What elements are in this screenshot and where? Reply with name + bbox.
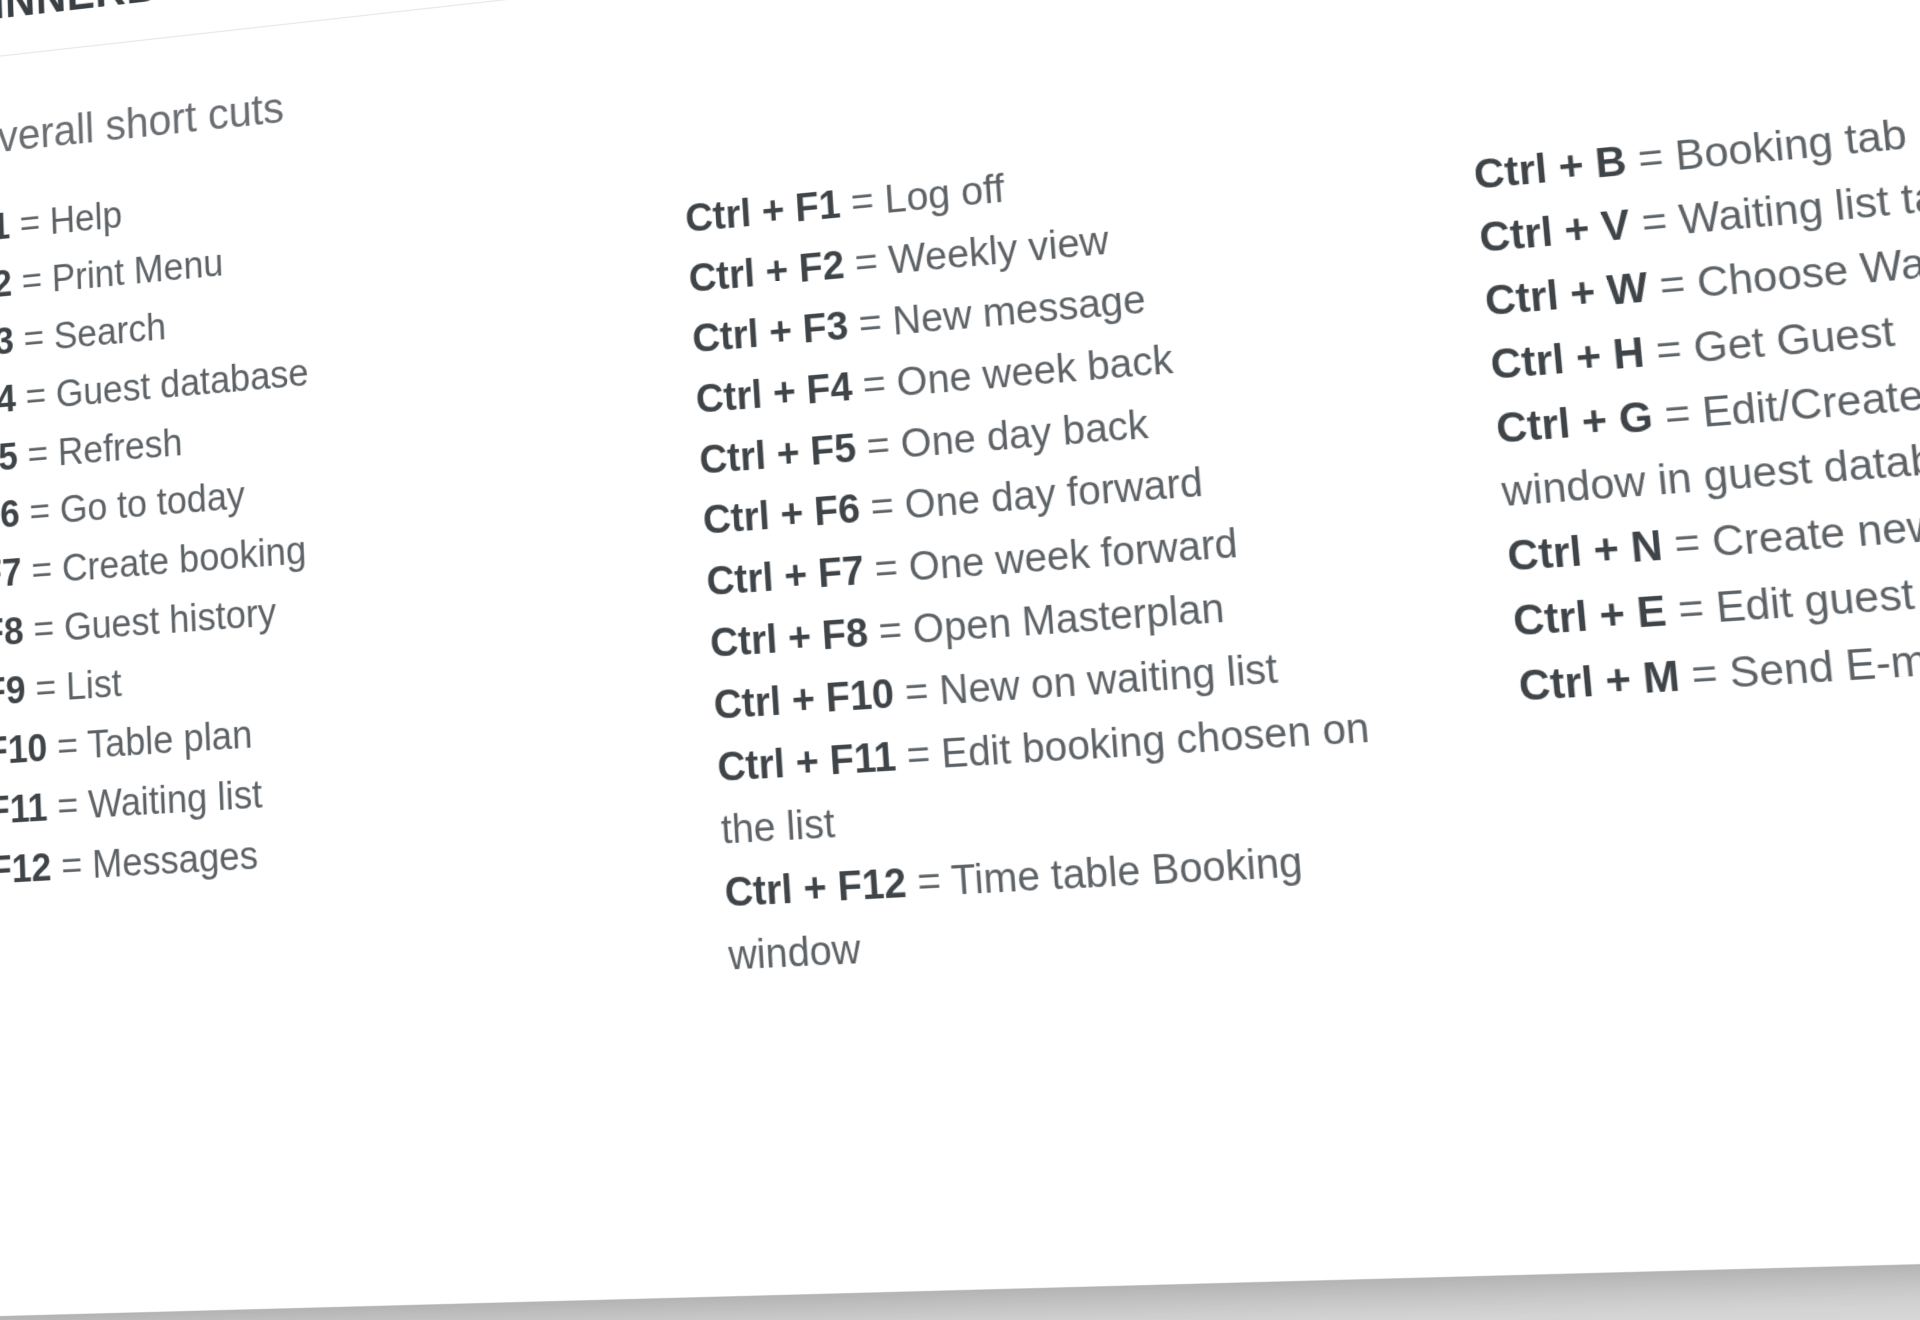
shortcut-key: Ctrl + F7 <box>705 550 865 605</box>
shortcut-key: Ctrl + F11 <box>716 735 897 790</box>
shortcut-description: = Waiting list <box>47 773 263 829</box>
shortcut-key: Ctrl + F5 <box>698 426 857 482</box>
shortcut-description: = List <box>25 663 123 712</box>
shortcut-key: Ctrl + H <box>1489 330 1647 388</box>
shortcut-key: Ctrl + F8 <box>709 612 869 667</box>
shortcut-key: Ctrl + F10 <box>713 672 896 728</box>
shortcut-description: = Refresh <box>17 422 183 478</box>
shortcut-column-ctrl-letters: Ctrl + B = Booking tabCtrl + V = Waiting… <box>1463 0 1920 721</box>
shortcut-key: F8 <box>0 611 24 656</box>
shortcut-column-fkeys: F1 = HelpF2 = Print MenuF3 = SearchF4 = … <box>0 139 631 902</box>
shortcut-key: F9 <box>0 670 26 715</box>
shortcut-key: Ctrl + N <box>1506 524 1665 581</box>
shortcut-description: = Help <box>9 195 122 247</box>
shortcut-description: = Edit guest <box>1664 572 1916 636</box>
shortcut-key: Ctrl + W <box>1483 265 1650 324</box>
shortcut-column-ctrl-fkeys: Ctrl + F1 = Log offCtrl + F2 = Weekly vi… <box>680 60 1440 988</box>
shortcut-key: Ctrl + F12 <box>724 861 908 916</box>
document-sheet: DINNERBOOKING APP HOTKEYS Overall short … <box>0 0 1920 1319</box>
shortcut-key: Ctrl + M <box>1517 654 1682 711</box>
shortcut-key: F12 <box>0 846 52 892</box>
shortcut-description: = Send E-mail <box>1677 635 1920 701</box>
shortcut-key: Ctrl + F3 <box>691 304 849 361</box>
shortcut-description: = Messages <box>51 834 259 889</box>
shortcut-key: Ctrl + F1 <box>684 183 842 241</box>
shortcut-description: = Get Guest <box>1642 309 1897 376</box>
shortcut-key: F7 <box>0 552 22 597</box>
shortcut-key: Ctrl + F4 <box>695 365 854 422</box>
shortcut-description: = Print Menu <box>11 243 224 304</box>
shortcut-columns: F1 = HelpF2 = Print MenuF3 = SearchF4 = … <box>0 0 1920 1023</box>
shortcut-key: Ctrl + G <box>1495 394 1655 452</box>
shortcut-key: Ctrl + F6 <box>702 488 862 544</box>
shortcut-key: F6 <box>0 494 20 539</box>
shortcut-description: = Go to today <box>19 475 246 535</box>
shortcut-description: = Guest history <box>23 592 277 653</box>
shortcut-description: = Search <box>13 306 167 361</box>
shortcut-description: = Table plan <box>47 714 254 770</box>
shortcut-key: F10 <box>0 727 48 773</box>
shortcut-key: Ctrl + V <box>1478 203 1632 262</box>
shortcut-description: = Log off <box>839 167 1006 226</box>
shortcut-key: Ctrl + B <box>1472 139 1628 198</box>
shortcut-key: Ctrl + F2 <box>688 244 846 301</box>
shortcut-key: F11 <box>0 787 48 833</box>
shortcut-key: Ctrl + E <box>1511 589 1668 646</box>
shortcut-key: F5 <box>0 436 18 481</box>
